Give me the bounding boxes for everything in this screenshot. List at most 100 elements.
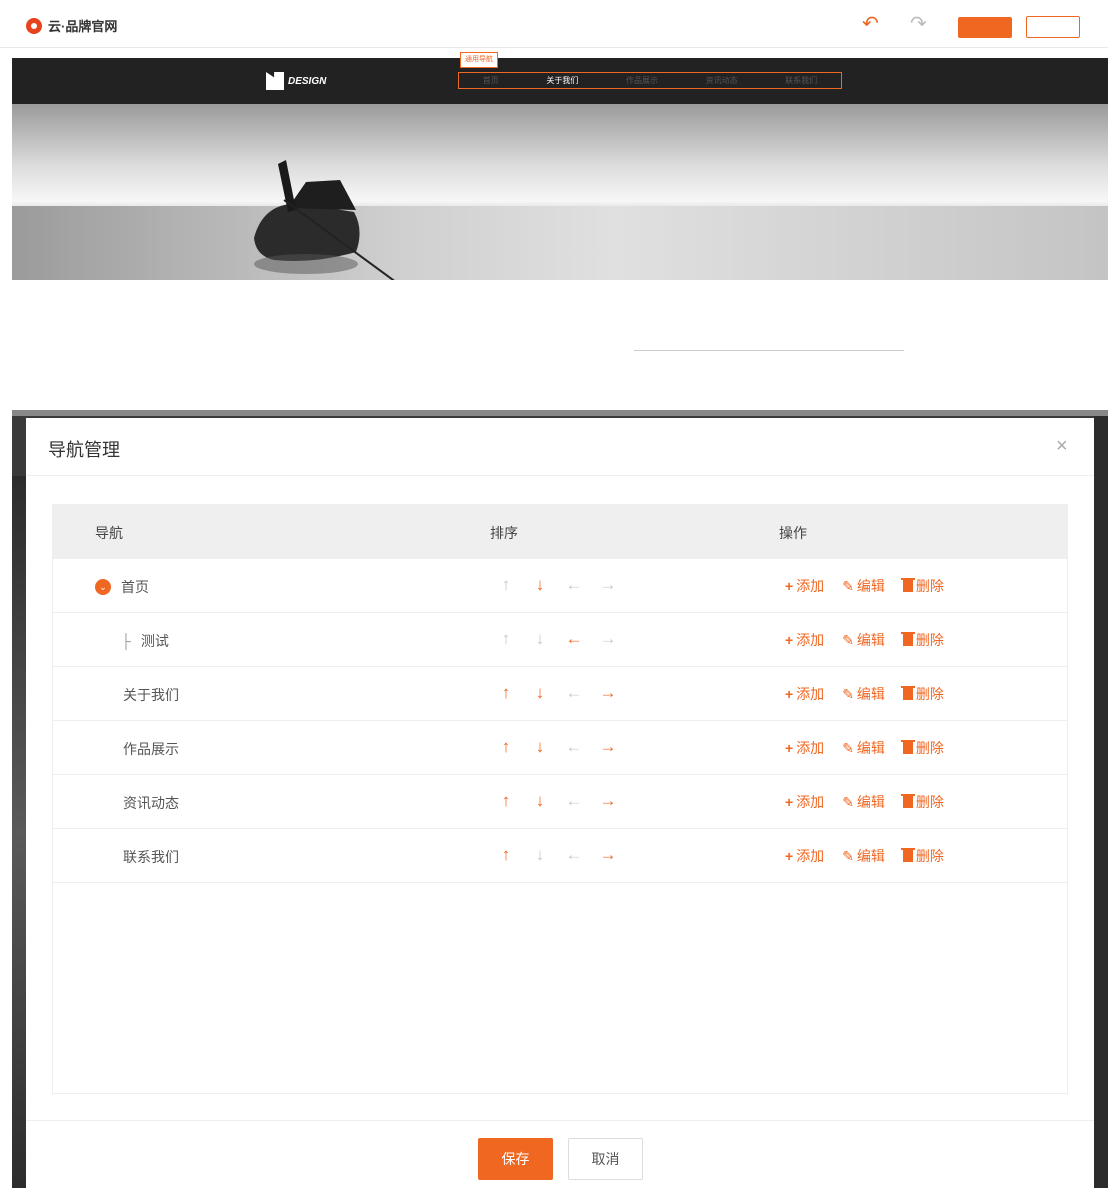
site-menu-item[interactable]: 首页 <box>483 75 499 86</box>
hero-banner <box>12 104 1108 280</box>
nav-name-cell: ├ 测试 <box>121 631 169 651</box>
site-menu-item[interactable]: 联系我们 <box>785 75 817 86</box>
arrow-left-icon: ← <box>565 683 583 702</box>
brand-name: 云·品牌官网 <box>48 19 118 34</box>
table-row: 关于我们 ↑ ↓ ← → + 添加 ✎ 编辑 删除 <box>53 667 1067 721</box>
arrow-up-icon: ↑ <box>501 629 511 648</box>
plus-icon: + <box>785 740 794 756</box>
arrow-up-icon: ↑ <box>501 575 511 594</box>
hero-water <box>12 206 1108 280</box>
arrow-up-icon[interactable]: ↑ <box>497 683 515 703</box>
site-menu-item[interactable]: 资讯动态 <box>706 75 738 86</box>
add-button[interactable]: + 添加 <box>785 738 824 758</box>
row-actions: + 添加 ✎ 编辑 删除 <box>785 630 944 650</box>
site-menu[interactable]: 首页 关于我们 作品展示 资讯动态 联系我们 <box>458 72 842 89</box>
arrow-right-icon: → <box>599 575 617 594</box>
add-button[interactable]: + 添加 <box>785 576 824 596</box>
cancel-button[interactable]: 取消 <box>568 1138 643 1180</box>
chevron-down-icon[interactable]: ⌄ <box>95 579 111 595</box>
arrow-left-icon: ← <box>565 575 583 594</box>
redo-icon[interactable]: ↷ <box>910 14 927 34</box>
background-page-left <box>12 476 26 1188</box>
toolbar-secondary-button[interactable] <box>1026 16 1080 38</box>
delete-button[interactable]: 删除 <box>900 630 944 650</box>
arrow-down-icon: ↓ <box>535 845 545 864</box>
delete-button-label: 删除 <box>915 578 944 594</box>
arrow-right-icon[interactable]: → <box>599 791 617 811</box>
site-menu-item[interactable]: 关于我们 <box>546 75 578 86</box>
column-nav: 导航 <box>95 525 123 541</box>
edit-button-label: 编辑 <box>856 794 885 810</box>
edit-button[interactable]: ✎ 编辑 <box>842 630 885 650</box>
add-button-label: 添加 <box>796 578 825 594</box>
arrow-up-icon[interactable]: ↑ <box>497 791 515 811</box>
arrow-right-icon[interactable]: → <box>599 683 617 703</box>
arrow-down-icon[interactable]: ↓ <box>531 791 549 811</box>
table-header: 导航 排序 操作 <box>53 505 1067 559</box>
nav-name-cell: 联系我们 <box>123 847 179 867</box>
delete-button-label: 删除 <box>915 794 944 810</box>
edit-button-label: 编辑 <box>856 686 885 702</box>
overlay-edge <box>12 410 1108 416</box>
modal-title: 导航管理 <box>48 440 120 460</box>
arrow-right-icon[interactable]: → <box>599 737 617 757</box>
trash-icon <box>900 740 915 754</box>
site-menu-item[interactable]: 作品展示 <box>626 75 658 86</box>
edit-button[interactable]: ✎ 编辑 <box>842 576 885 596</box>
add-button[interactable]: + 添加 <box>785 792 824 812</box>
arrow-left-icon[interactable]: ← <box>565 629 583 649</box>
site-preview: DESIGN 首页 关于我们 作品展示 资讯动态 联系我们 通用导航 <box>12 52 1108 410</box>
sort-controls: ↑ ↓ ← → <box>497 737 617 757</box>
trash-icon <box>900 632 915 646</box>
edit-button[interactable]: ✎ 编辑 <box>842 684 885 704</box>
edit-button[interactable]: ✎ 编辑 <box>842 846 885 866</box>
pencil-icon: ✎ <box>842 577 854 594</box>
add-button[interactable]: + 添加 <box>785 630 824 650</box>
add-button-label: 添加 <box>796 632 825 648</box>
save-button[interactable]: 保存 <box>478 1138 553 1180</box>
delete-button-label: 删除 <box>915 686 944 702</box>
close-icon[interactable]: × <box>1056 436 1068 456</box>
add-button[interactable]: + 添加 <box>785 846 824 866</box>
edit-button[interactable]: ✎ 编辑 <box>842 792 885 812</box>
nav-name: 关于我们 <box>123 687 179 703</box>
component-tag[interactable]: 通用导航 <box>460 52 498 68</box>
delete-button-label: 删除 <box>915 740 944 756</box>
nav-name: 联系我们 <box>123 849 179 865</box>
add-button-label: 添加 <box>796 686 825 702</box>
nav-name: 首页 <box>121 579 149 595</box>
plus-icon: + <box>785 578 794 594</box>
delete-button[interactable]: 删除 <box>900 684 944 704</box>
site-nav-bar[interactable]: DESIGN 首页 关于我们 作品展示 资讯动态 联系我们 通用导航 <box>12 52 1108 104</box>
sort-controls: ↑ ↓ ← → <box>497 575 617 595</box>
nav-name: 作品展示 <box>123 741 179 757</box>
column-sort: 排序 <box>490 525 518 541</box>
arrow-down-icon[interactable]: ↓ <box>531 575 549 595</box>
delete-button[interactable]: 删除 <box>900 576 944 596</box>
edit-button-label: 编辑 <box>856 632 885 648</box>
delete-button[interactable]: 删除 <box>900 846 944 866</box>
plus-icon: + <box>785 632 794 648</box>
pencil-icon: ✎ <box>842 739 854 756</box>
pencil-icon: ✎ <box>842 847 854 864</box>
undo-icon[interactable]: ↶ <box>862 14 879 34</box>
arrow-down-icon[interactable]: ↓ <box>531 683 549 703</box>
delete-button[interactable]: 删除 <box>900 792 944 812</box>
edit-button[interactable]: ✎ 编辑 <box>842 738 885 758</box>
arrow-right-icon[interactable]: → <box>599 845 617 865</box>
nav-table: 导航 排序 操作 ⌄ 首页 ↑ ↓ ← → + 添加 ✎ 编辑 删除 ├ 测试 ↑ ↓ ← → + 添加 ✎ 编辑 删除关… <box>52 504 1068 1094</box>
arrow-up-icon[interactable]: ↑ <box>497 737 515 757</box>
sort-controls: ↑ ↓ ← → <box>497 791 617 811</box>
pencil-icon: ✎ <box>842 793 854 810</box>
add-button[interactable]: + 添加 <box>785 684 824 704</box>
add-button-label: 添加 <box>796 740 825 756</box>
sort-controls: ↑ ↓ ← → <box>497 629 617 649</box>
toolbar-primary-button[interactable] <box>958 17 1012 38</box>
arrow-up-icon[interactable]: ↑ <box>497 845 515 865</box>
arrow-down-icon[interactable]: ↓ <box>531 737 549 757</box>
sort-controls: ↑ ↓ ← → <box>497 845 617 865</box>
brand-logo-icon <box>26 17 42 34</box>
delete-button[interactable]: 删除 <box>900 738 944 758</box>
site-logo: DESIGN <box>266 72 326 90</box>
delete-button-label: 删除 <box>915 848 944 864</box>
